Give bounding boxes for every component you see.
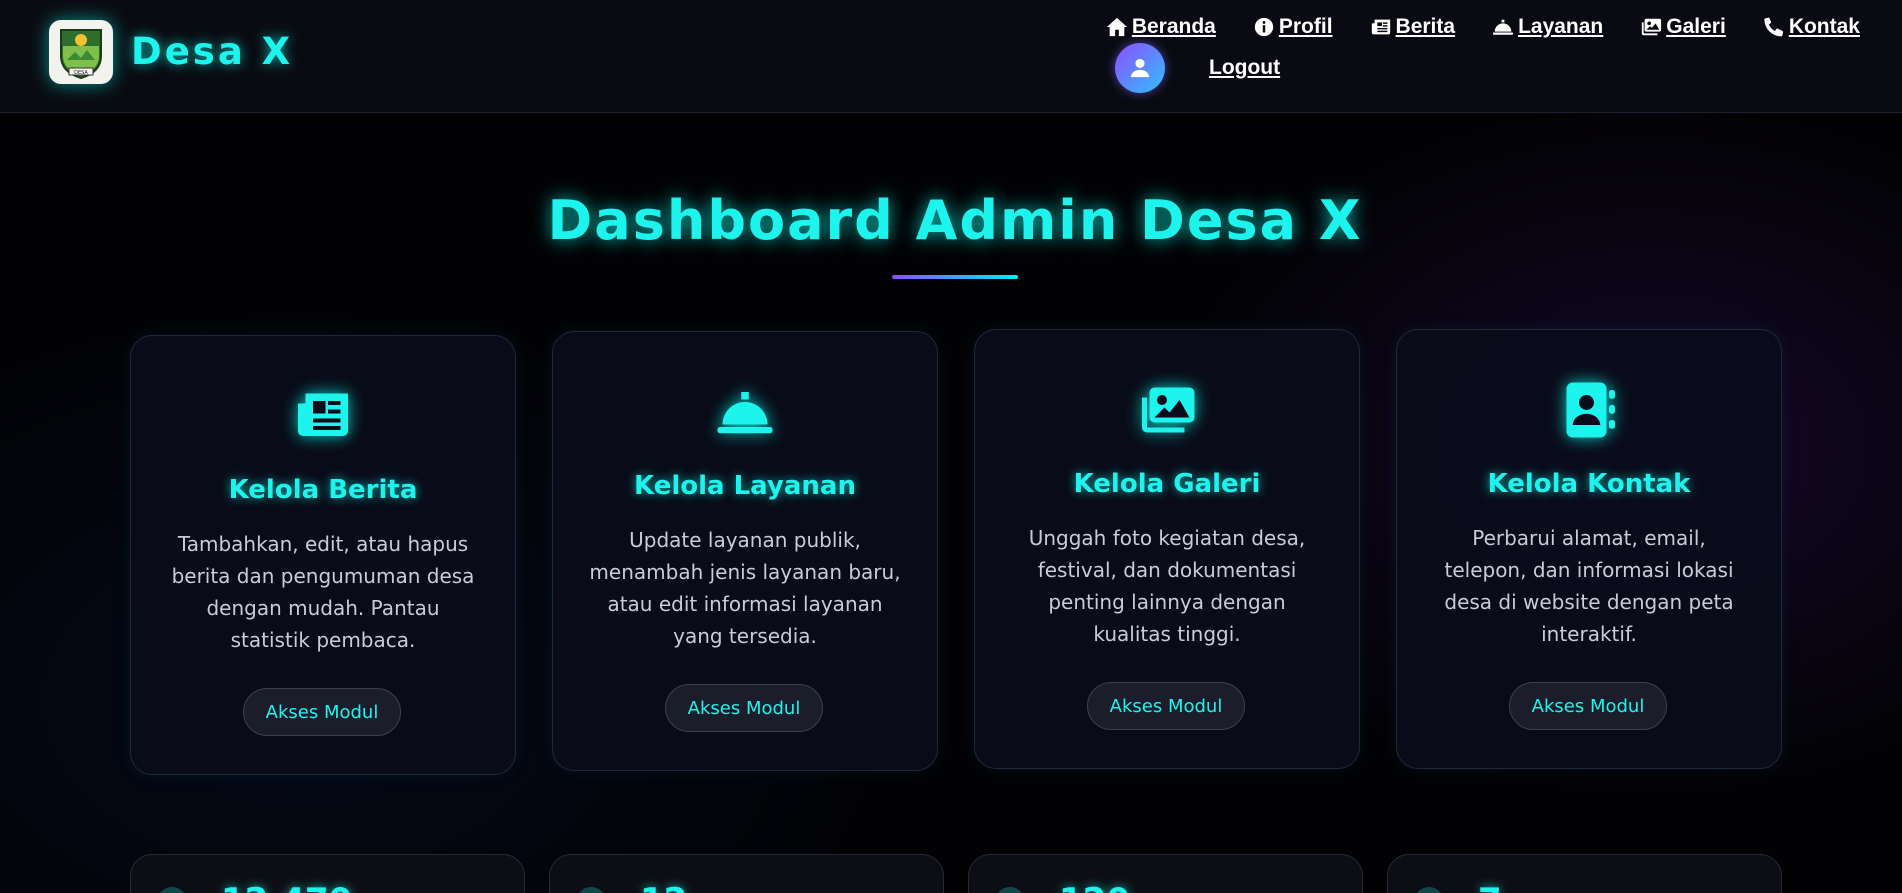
akses-modul-layanan-button[interactable]: Akses Modul: [665, 684, 823, 732]
stat-card: 7: [1387, 854, 1782, 893]
bell-icon: [1492, 19, 1514, 35]
card-title-kontak: Kelola Kontak: [1487, 469, 1691, 499]
akses-modul-kontak-button[interactable]: Akses Modul: [1509, 682, 1667, 730]
module-card-berita: Kelola Berita Tambahkan, edit, atau hapu…: [130, 335, 516, 775]
stat-value: 120: [1059, 881, 1130, 893]
stat-card: 12: [549, 854, 944, 893]
village-crest-icon: DESA: [60, 29, 102, 80]
logout-link[interactable]: Logout: [1209, 55, 1280, 81]
stat-icon: [576, 887, 606, 893]
stat-card: 12,470: [130, 854, 525, 893]
stat-value: 12,470: [221, 881, 352, 893]
card-desc-berita: Tambahkan, edit, atau hapus berita dan p…: [171, 532, 475, 652]
card-desc-kontak: Perbarui alamat, email, telepon, dan inf…: [1444, 526, 1734, 646]
main-nav: Beranda Profil Berita Layanan Galeri Kon…: [1106, 14, 1860, 40]
phone-icon: [1764, 17, 1783, 37]
nav-galeri[interactable]: Galeri: [1640, 14, 1726, 40]
nav-profil-label: Profil: [1278, 15, 1333, 38]
nav-layanan[interactable]: Layanan: [1492, 14, 1603, 40]
address-book-icon: [1566, 382, 1615, 438]
images-icon: [1642, 18, 1662, 36]
user-icon: [1130, 58, 1150, 78]
nav-layanan-label: Layanan: [1518, 15, 1604, 38]
nav-berita-label: Berita: [1395, 15, 1456, 38]
akses-modul-berita-button[interactable]: Akses Modul: [243, 688, 401, 736]
stat-icon: [995, 887, 1025, 893]
nav-kontak[interactable]: Kontak: [1763, 14, 1860, 40]
nav-berita[interactable]: Berita: [1370, 14, 1456, 40]
stat-icon: [1414, 887, 1444, 893]
card-icon-wrap: [553, 382, 937, 442]
stat-card: 120: [968, 854, 1363, 893]
newspaper-icon: [1371, 19, 1390, 35]
card-icon-wrap: [975, 380, 1359, 440]
bell-icon: [717, 392, 773, 434]
card-icon-wrap: [131, 386, 515, 446]
stat-icon: [157, 887, 187, 893]
newspaper-icon: [298, 393, 348, 436]
nav-beranda[interactable]: Beranda: [1106, 14, 1216, 40]
info-icon: [1254, 17, 1274, 37]
nav-kontak-label: Kontak: [1788, 15, 1860, 38]
top-navbar: DESA Desa X Beranda Profil Berita Layana…: [0, 0, 1902, 113]
card-title-berita: Kelola Berita: [228, 475, 418, 505]
nav-galeri-label: Galeri: [1666, 15, 1726, 38]
card-desc-layanan: Update layanan publik, menambah jenis la…: [589, 528, 901, 648]
stat-value: 7: [1478, 881, 1502, 893]
title-underline: [892, 275, 1018, 279]
village-logo[interactable]: DESA: [49, 20, 113, 84]
stat-value: 12: [640, 881, 687, 893]
card-title-layanan: Kelola Layanan: [634, 471, 856, 501]
logo-text: DESA: [74, 70, 88, 76]
card-desc-galeri: Unggah foto kegiatan desa, festival, dan…: [1028, 526, 1306, 646]
brand-name[interactable]: Desa X: [131, 30, 293, 74]
user-avatar[interactable]: [1115, 43, 1165, 93]
card-title-galeri: Kelola Galeri: [1073, 469, 1261, 499]
page-title: Dashboard Admin Desa X: [547, 189, 1363, 252]
nav-profil[interactable]: Profil: [1253, 14, 1333, 40]
nav-beranda-label: Beranda: [1131, 15, 1216, 38]
images-icon: [1142, 387, 1195, 433]
module-card-layanan: Kelola Layanan Update layanan publik, me…: [552, 331, 938, 771]
page: DESA Desa X Beranda Profil Berita Layana…: [0, 0, 1902, 893]
module-card-kontak: Kelola Kontak Perbarui alamat, email, te…: [1396, 329, 1782, 769]
akses-modul-galeri-button[interactable]: Akses Modul: [1087, 682, 1245, 730]
home-icon: [1106, 17, 1127, 37]
card-icon-wrap: [1397, 380, 1781, 440]
module-card-galeri: Kelola Galeri Unggah foto kegiatan desa,…: [974, 329, 1360, 769]
